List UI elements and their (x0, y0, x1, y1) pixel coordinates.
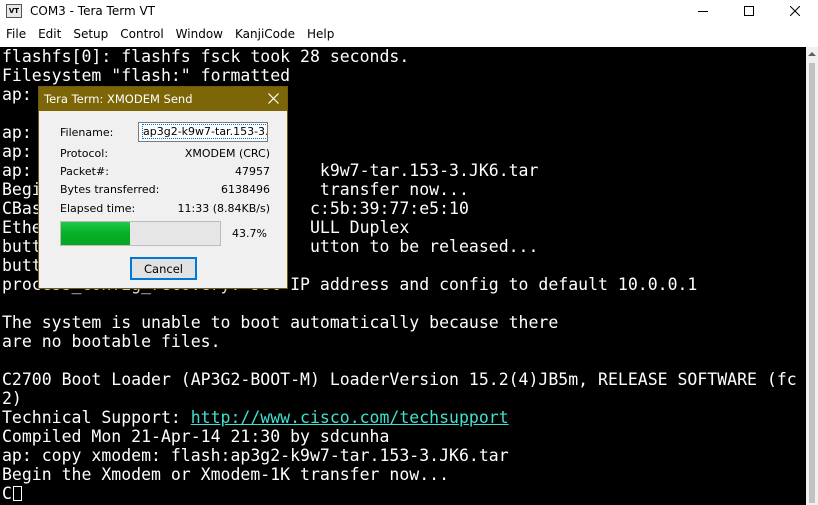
menu-file[interactable]: File (0, 24, 32, 44)
terminal-line: C (2, 484, 22, 503)
minimize-icon (698, 11, 708, 12)
xmodem-send-dialog: Tera Term: XMODEM Send Filename: ap3g2-k… (38, 86, 288, 289)
terminal-line: flashfs[0]: flashfs fsck took 28 seconds… (2, 47, 410, 66)
window-title: COM3 - Tera Term VT (30, 4, 155, 18)
packet-value: 47957 (235, 165, 270, 178)
maximize-icon (744, 6, 754, 16)
bytes-value: 6138496 (221, 183, 270, 196)
menu-kanjicode[interactable]: KanjiCode (229, 24, 301, 44)
terminal-line: ap: (2, 123, 32, 142)
menu-window[interactable]: Window (170, 24, 229, 44)
terminal-line: Technical Support: http://www.cisco.com/… (2, 408, 509, 427)
elapsed-label: Elapsed time: (60, 202, 136, 215)
terminal-line: C2700 Boot Loader (AP3G2-BOOT-M) LoaderV… (2, 370, 797, 389)
close-icon (790, 6, 800, 16)
packet-row: Packet#: 47957 (60, 165, 270, 181)
terminal-line: Compiled Mon 21-Apr-14 21:30 by sdcunha (2, 427, 390, 446)
dialog-close-icon[interactable] (268, 93, 279, 104)
menu-bar: File Edit Setup Control Window KanjiCode… (0, 24, 818, 44)
terminal-line: ap: copy xmodem: flash:ap3g2-k9w7-tar.15… (2, 446, 509, 465)
terminal-line: are no bootable files. (2, 332, 221, 351)
terminal-line: ap: (2, 85, 32, 104)
filename-field[interactable]: ap3g2-k9w7-tar.153-3.JK6.tar (138, 122, 268, 142)
vertical-scrollbar[interactable] (806, 47, 818, 505)
terminal-line: The system is unable to boot automatical… (2, 313, 559, 332)
protocol-value: XMODEM (CRC) (184, 147, 270, 160)
terminal-line: ap: (2, 142, 32, 161)
protocol-row: Protocol: XMODEM (CRC) (60, 147, 270, 163)
dialog-title: Tera Term: XMODEM Send (44, 92, 193, 106)
protocol-label: Protocol: (60, 147, 109, 160)
minimize-button[interactable] (680, 0, 726, 22)
scrollbar-thumb[interactable] (809, 63, 815, 503)
elapsed-row: Elapsed time: 11:33 (8.84KB/s) (60, 202, 270, 218)
filename-label: Filename: (60, 126, 114, 139)
terminal-line: Filesystem "flash:" formatted (2, 66, 291, 85)
progress-percent: 43.7% (232, 227, 267, 240)
terminal-line: butt (2, 256, 42, 275)
close-window-button[interactable] (772, 0, 818, 22)
menu-setup[interactable]: Setup (67, 24, 114, 44)
menu-help[interactable]: Help (301, 24, 340, 44)
last-line-text: C (2, 484, 12, 503)
progress-fill (61, 222, 131, 245)
dialog-titlebar[interactable]: Tera Term: XMODEM Send (39, 87, 287, 111)
elapsed-value: 11:33 (8.84KB/s) (177, 202, 270, 215)
bytes-label: Bytes transferred: (60, 183, 160, 196)
menu-edit[interactable]: Edit (32, 24, 67, 44)
window-titlebar[interactable]: VT COM3 - Tera Term VT (0, 0, 818, 22)
terminal-line: Begin the Xmodem or Xmodem-1K transfer n… (2, 465, 450, 484)
scroll-up-arrow-icon[interactable] (808, 51, 816, 57)
maximize-button[interactable] (726, 0, 772, 22)
bytes-row: Bytes transferred: 6138496 (60, 183, 270, 199)
filename-value: ap3g2-k9w7-tar.153-3.JK6.tar (141, 124, 267, 139)
menu-control[interactable]: Control (114, 24, 169, 44)
transfer-progress-bar (60, 221, 221, 246)
cancel-button[interactable]: Cancel (130, 257, 197, 280)
support-link[interactable]: http://www.cisco.com/techsupport (191, 408, 509, 427)
packet-label: Packet#: (60, 165, 109, 178)
support-label: Technical Support: (2, 408, 191, 427)
tera-term-app-icon[interactable]: VT (6, 4, 22, 18)
terminal-cursor (12, 486, 22, 501)
terminal-line: 2) (2, 389, 22, 408)
